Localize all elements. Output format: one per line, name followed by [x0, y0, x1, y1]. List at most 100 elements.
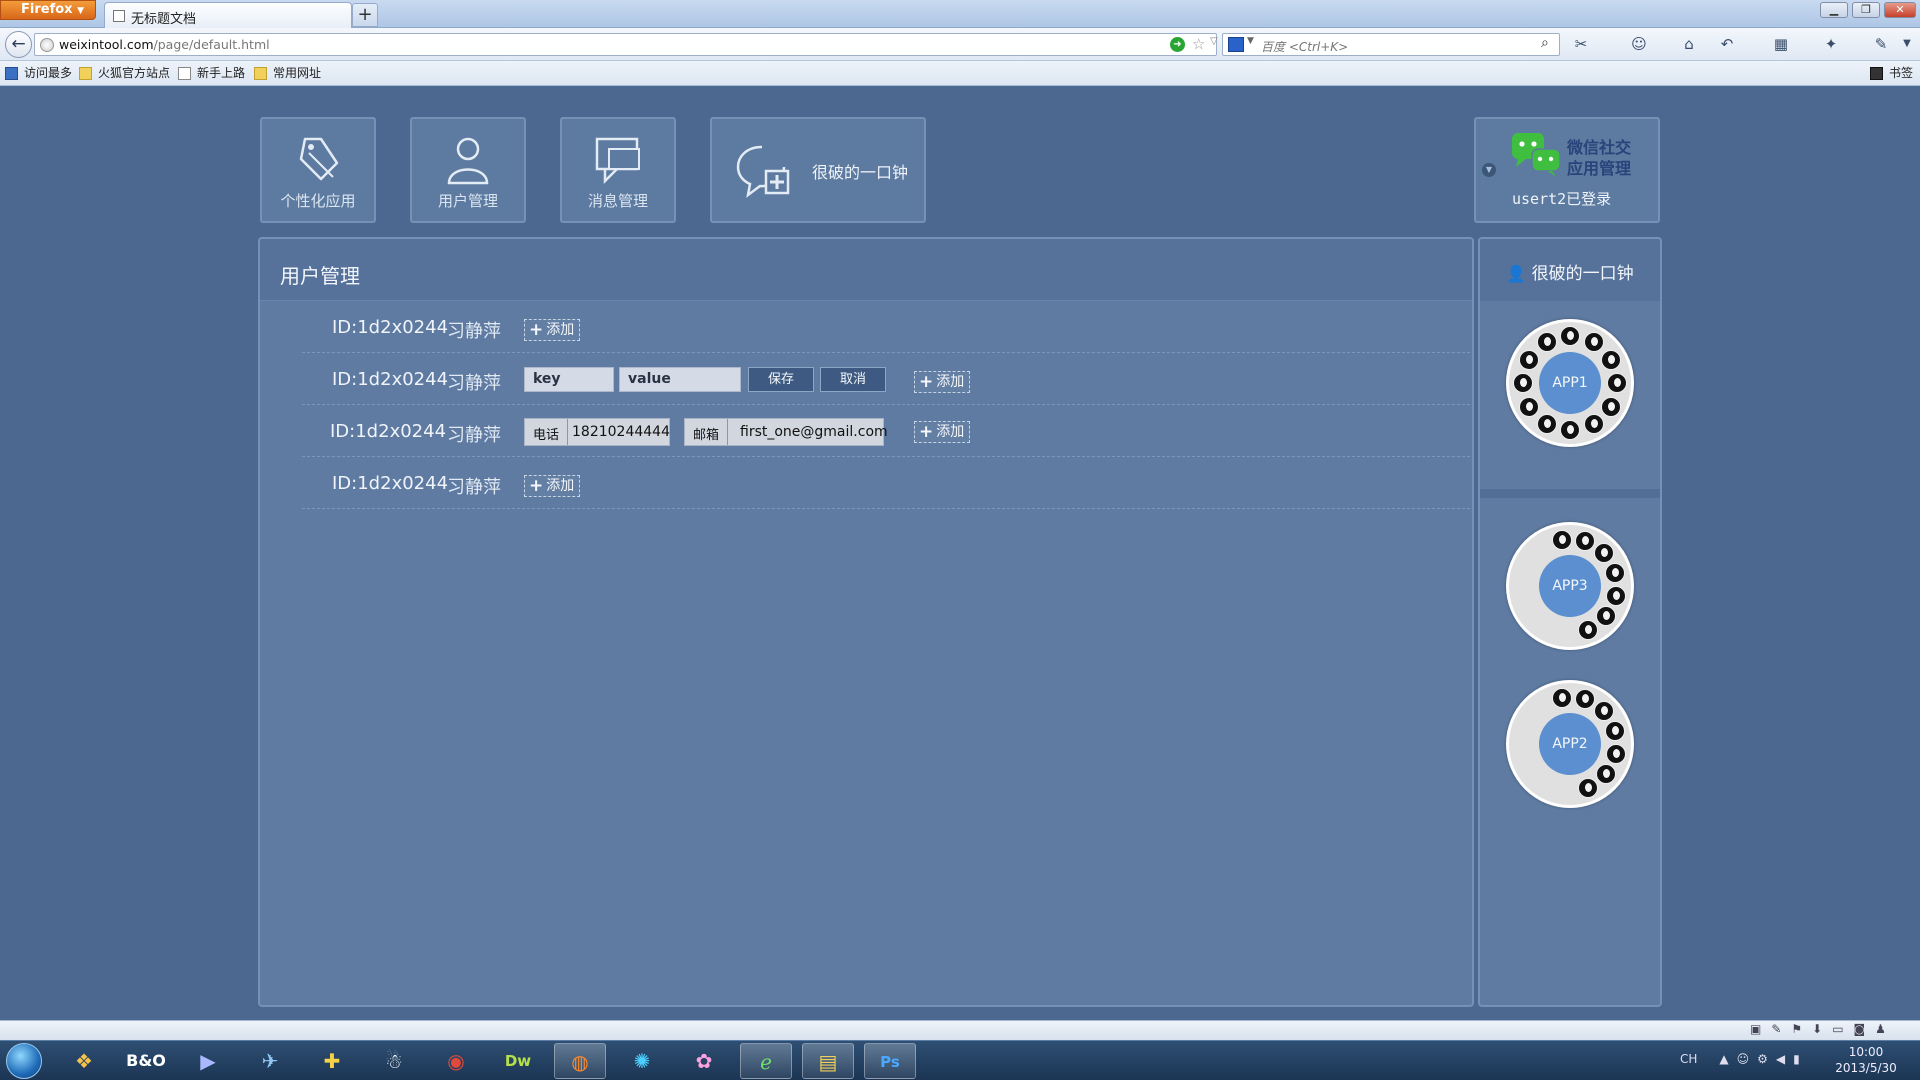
photoshop-icon[interactable]: Ps [864, 1043, 916, 1079]
user-icon [447, 137, 489, 185]
key-input[interactable]: key [524, 367, 614, 392]
nav-personalized-apps[interactable]: 个性化应用 [260, 117, 376, 223]
back-arrow-icon[interactable]: ← [5, 31, 32, 58]
addon-icon[interactable]: ☺ [1628, 34, 1650, 54]
phone-field[interactable]: 电话 18210244444 [524, 418, 670, 446]
page-icon [113, 10, 125, 22]
pin-icon[interactable]: ✦ [1820, 34, 1842, 54]
url-host: weixintool.com [59, 37, 154, 52]
penguin-icon [1577, 777, 1598, 798]
bookmarks-menu[interactable]: 书签 [1870, 66, 1913, 82]
app-circle-app1[interactable]: APP1 [1506, 319, 1634, 447]
pinwheel-icon[interactable]: ✿ [678, 1043, 730, 1079]
search-bar[interactable]: ▼ 百度 <Ctrl+K> ⌕ [1222, 33, 1560, 56]
save-button[interactable]: 保存 [748, 367, 814, 392]
bookmark-item[interactable]: 访问最多 [5, 66, 72, 82]
language-indicator[interactable]: CH [1680, 1052, 1697, 1066]
penguin-icon [1519, 349, 1540, 370]
folder-icon [79, 67, 92, 80]
navigation-bar: ← weixintool.com/page/default.html ➜ ☆ ▽… [0, 28, 1920, 61]
minimize-icon[interactable]: ▁ [1820, 2, 1848, 18]
browser-e-icon[interactable]: ℯ [740, 1043, 792, 1079]
app-circle-app2[interactable]: APP2 [1506, 680, 1634, 808]
penguin-icon [1536, 413, 1557, 434]
screenshot-icon[interactable]: ✂ [1570, 34, 1592, 54]
app-circle-app3[interactable]: APP3 [1506, 522, 1634, 650]
page-content: 个性化应用 用户管理 消息管理 很破的一口钟 ▼ 微信社交 应用管理 usert… [0, 87, 1920, 1020]
clock[interactable]: 10:00 2013/5/30 [1816, 1044, 1916, 1076]
add-button[interactable]: + 添加 [524, 319, 581, 341]
user-id: ID:1d2x0244 [332, 473, 449, 494]
search-engine-icon[interactable] [1228, 37, 1244, 52]
penguin-icon [1596, 764, 1616, 785]
firefox-icon[interactable]: ◍ [554, 1043, 606, 1079]
chrome-icon[interactable]: ◉ [430, 1043, 482, 1079]
qq-icon[interactable]: ☃ [368, 1043, 420, 1079]
user-name: 习静萍 [447, 321, 501, 342]
clock-time: 10:00 [1848, 1045, 1884, 1059]
taskbar: ❖ B&O ▶ ✈ ✚ ☃ ◉ Dw ◍ ✺ ✿ ℯ ▤ Ps CH ▲☺⚙◀▮ … [0, 1040, 1920, 1080]
tab-active[interactable]: 无标题文档 [104, 2, 352, 28]
url-bar[interactable]: weixintool.com/page/default.html ➜ ☆ ▽ ↻ [34, 33, 1243, 56]
add-button[interactable]: + 添加 [914, 421, 971, 443]
close-icon[interactable]: ✕ [1884, 2, 1916, 18]
add-label: 添加 [546, 322, 575, 338]
title-bar: Firefox ▼ 无标题文档 + ▁ ❐ ✕ [0, 0, 1920, 28]
user-icon: 👤 [1506, 264, 1527, 283]
add-button[interactable]: + 添加 [524, 475, 581, 497]
folder-icon [254, 67, 267, 80]
app-label: APP3 [1539, 555, 1601, 617]
penguin-icon [1605, 563, 1626, 584]
home-icon[interactable]: ⌂ [1678, 34, 1700, 54]
film-icon[interactable]: ✺ [616, 1043, 668, 1079]
search-icon[interactable]: ⌕ [1541, 35, 1549, 51]
value-input[interactable]: value [619, 367, 741, 392]
nav-user-management[interactable]: 用户管理 [410, 117, 526, 223]
email-label: 邮箱 [685, 419, 729, 445]
tray-icons[interactable]: ▲☺⚙◀▮ [1719, 1052, 1807, 1066]
go-arrow-icon[interactable]: ➜ [1170, 37, 1185, 52]
history-dropdown-icon[interactable]: ▽ [1210, 36, 1218, 47]
python-icon[interactable]: ✚ [306, 1043, 358, 1079]
side-header: 👤 很破的一口钟 [1480, 239, 1660, 301]
start-button[interactable] [6, 1043, 42, 1079]
nav-clock-app[interactable]: 很破的一口钟 [710, 117, 926, 223]
firefox-menu-button[interactable]: Firefox ▼ [0, 0, 96, 20]
penguin-icon [1551, 529, 1572, 550]
media-player-icon[interactable]: ▶ [182, 1043, 234, 1079]
app-icon[interactable]: B&O [120, 1043, 172, 1079]
login-status: usert2已登录 [1512, 190, 1612, 208]
chevron-down-icon[interactable]: ▼ [1482, 163, 1496, 177]
user-name: 习静萍 [447, 373, 501, 394]
penguin-icon [1593, 701, 1614, 722]
penguin-icon [1583, 413, 1604, 434]
undo-icon[interactable]: ↶ [1716, 34, 1738, 54]
bookmark-item[interactable]: 新手上路 [178, 66, 245, 82]
message-icon [595, 137, 640, 185]
bookmark-item[interactable]: 火狐官方站点 [79, 66, 170, 82]
app-icon[interactable]: ❖ [58, 1043, 110, 1079]
nav-message-management[interactable]: 消息管理 [560, 117, 676, 223]
folder-icon[interactable]: ▤ [802, 1043, 854, 1079]
nav-label: 很破的一口钟 [812, 163, 909, 182]
add-button[interactable]: + 添加 [914, 371, 971, 393]
menu-dropdown-icon[interactable]: ▼ [1896, 34, 1918, 54]
email-field[interactable]: 邮箱 first_one@gmail.com [684, 418, 888, 446]
brush-icon[interactable]: ✎ [1870, 34, 1892, 54]
tag-icon [299, 137, 339, 181]
engine-dropdown-icon[interactable]: ▼ [1247, 36, 1254, 46]
dreamweaver-icon[interactable]: Dw [492, 1043, 544, 1079]
site-identity-icon[interactable] [40, 38, 54, 52]
new-tab-button[interactable]: + [352, 3, 378, 27]
value-placeholder: value [628, 371, 671, 387]
apps-grid-icon[interactable]: ▦ [1770, 34, 1792, 54]
bird-icon[interactable]: ✈ [244, 1043, 296, 1079]
list-item: ID:1d2x0244 习静萍 + 添加 [302, 457, 1472, 509]
cancel-button[interactable]: 取消 [820, 367, 886, 392]
bookmark-item[interactable]: 常用网址 [254, 66, 321, 82]
restore-icon[interactable]: ❐ [1852, 2, 1880, 18]
cancel-label: 取消 [839, 372, 866, 387]
panel-header: 用户管理 [260, 239, 1472, 301]
add-label: 添加 [936, 374, 965, 390]
bookmark-star-icon[interactable]: ☆ [1192, 35, 1205, 53]
